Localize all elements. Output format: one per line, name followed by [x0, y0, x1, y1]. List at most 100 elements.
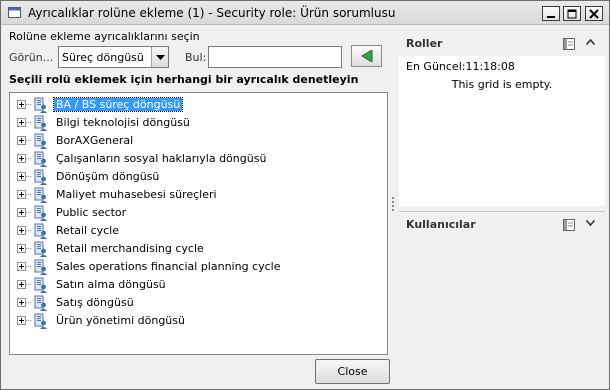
chevron-up-icon[interactable]	[586, 39, 595, 45]
users-panel-title: Kullanıcılar	[406, 218, 476, 231]
tree-connector-line	[26, 320, 31, 321]
expand-plus-icon[interactable]	[17, 244, 26, 253]
add-privilege-button[interactable]	[351, 45, 382, 67]
close-button[interactable]: Close	[315, 359, 390, 384]
minimize-icon	[547, 16, 555, 18]
tree-connector-line	[26, 284, 31, 285]
tree-item[interactable]: Retail cycle	[10, 222, 380, 240]
process-cycle-icon	[32, 97, 48, 113]
process-cycle-icon	[32, 259, 48, 275]
tree-connector-line	[26, 140, 31, 141]
tree-connector-line	[26, 230, 31, 231]
app-window-icon	[8, 7, 21, 18]
process-cycle-icon	[32, 151, 48, 167]
last-updated-text: En Güncel:11:18:08	[406, 60, 515, 73]
chevron-down-icon[interactable]	[586, 220, 595, 226]
tree-item[interactable]: Satın alma döngüsü	[10, 276, 380, 294]
privileges-subtitle: Rolüne ekleme ayrıcalıklarını seçin	[9, 30, 200, 43]
tree-item-label: BA / BS süreç döngüsü	[52, 97, 184, 112]
tree-item-label: Retail cycle	[56, 224, 120, 237]
tree-item[interactable]: Maliyet muhasebesi süreçleri	[10, 186, 380, 204]
expand-plus-icon[interactable]	[17, 208, 26, 217]
roles-grid: En Güncel:11:18:08 This grid is empty.	[399, 56, 605, 206]
pane-splitter[interactable]	[392, 197, 395, 215]
users-panel-header[interactable]: Kullanıcılar	[399, 213, 605, 237]
view-select-dropdown-button[interactable]	[151, 47, 168, 67]
tree-connector-line	[26, 302, 31, 303]
expand-plus-icon[interactable]	[17, 172, 26, 181]
dialog-window: Ayrıcalıklar rolüne ekleme (1) - Securit…	[0, 0, 610, 390]
expand-plus-icon[interactable]	[17, 298, 26, 307]
tree-item-label: Retail merchandising cycle	[56, 242, 204, 255]
process-cycle-icon	[32, 223, 48, 239]
tree-item[interactable]: Sales operations financial planning cycl…	[10, 258, 380, 276]
process-cycle-icon	[32, 187, 48, 203]
expand-plus-icon[interactable]	[17, 226, 26, 235]
title-bar[interactable]: Ayrıcalıklar rolüne ekleme (1) - Securit…	[1, 1, 609, 25]
view-select-value: Süreç döngüsü	[62, 51, 144, 64]
tree-item[interactable]: Retail merchandising cycle	[10, 240, 380, 258]
roles-panel-title: Roller	[406, 37, 443, 50]
privilege-tree[interactable]: BA / BS süreç döngüsü Bilgi teknolojisi d…	[9, 92, 388, 355]
panel-divider	[399, 211, 605, 212]
tree-item-label: Sales operations financial planning cycl…	[56, 260, 281, 273]
tree-item[interactable]: BorAXGeneral	[10, 132, 380, 150]
find-input[interactable]	[208, 46, 342, 68]
window-title: Ayrıcalıklar rolüne ekleme (1) - Securit…	[28, 6, 396, 20]
tree-item-label: Bilgi teknolojisi döngüsü	[56, 116, 190, 129]
chevron-down-icon	[156, 55, 165, 60]
tree-item-label: BorAXGeneral	[56, 134, 134, 147]
tree-item-label: Maliyet muhasebesi süreçleri	[56, 188, 217, 201]
expand-plus-icon[interactable]	[17, 136, 26, 145]
empty-grid-message: This grid is empty.	[451, 78, 553, 91]
expand-plus-icon[interactable]	[17, 190, 26, 199]
maximize-icon	[567, 9, 577, 19]
tree-item-label: Ürün yönetimi döngüsü	[56, 314, 185, 327]
tree-connector-line	[26, 104, 31, 105]
tree-item[interactable]: Public sector	[10, 204, 380, 222]
roles-panel-header[interactable]: Roller	[399, 32, 605, 56]
view-select[interactable]: Süreç döngüsü	[58, 46, 169, 68]
tree-item-label: Satış döngüsü	[56, 296, 134, 309]
expand-plus-icon[interactable]	[17, 118, 26, 127]
panel-layout-icon[interactable]	[563, 38, 575, 50]
close-icon	[589, 9, 599, 19]
maximize-button[interactable]	[563, 6, 581, 21]
tree-connector-line	[26, 212, 31, 213]
process-cycle-icon	[32, 241, 48, 257]
tree-item-label: Çalışanların sosyal haklarıyla döngüsü	[56, 152, 267, 165]
process-cycle-icon	[32, 313, 48, 329]
tree-item-label: Dönüşüm döngüsü	[56, 170, 160, 183]
tree-item-label: Satın alma döngüsü	[56, 278, 166, 291]
instruction-text: Seçili rolü eklemek için herhangi bir ay…	[9, 73, 359, 86]
process-cycle-icon	[32, 133, 48, 149]
panel-layout-icon[interactable]	[563, 219, 575, 231]
tree-item[interactable]: Satış döngüsü	[10, 294, 380, 312]
process-cycle-icon	[32, 205, 48, 221]
expand-plus-icon[interactable]	[17, 280, 26, 289]
tree-item[interactable]: BA / BS süreç döngüsü	[10, 96, 380, 114]
process-cycle-icon	[32, 295, 48, 311]
close-window-button[interactable]	[585, 6, 603, 21]
tree-item[interactable]: Ürün yönetimi döngüsü	[10, 312, 380, 330]
process-cycle-icon	[32, 115, 48, 131]
process-cycle-icon	[32, 169, 48, 185]
tree-item[interactable]: Dönüşüm döngüsü	[10, 168, 380, 186]
tree-connector-line	[26, 122, 31, 123]
tree-item[interactable]: Çalışanların sosyal haklarıyla döngüsü	[10, 150, 380, 168]
process-cycle-icon	[32, 277, 48, 293]
find-label: Bul:	[185, 51, 207, 64]
arrow-left-icon	[361, 50, 373, 62]
tree-connector-line	[26, 176, 31, 177]
tree-connector-line	[26, 248, 31, 249]
tree-connector-line	[26, 194, 31, 195]
close-button-label: Close	[337, 365, 368, 378]
expand-plus-icon[interactable]	[17, 316, 26, 325]
minimize-button[interactable]	[542, 6, 560, 21]
expand-plus-icon[interactable]	[17, 154, 26, 163]
tree-item[interactable]: Bilgi teknolojisi döngüsü	[10, 114, 380, 132]
expand-plus-icon[interactable]	[17, 100, 26, 109]
expand-plus-icon[interactable]	[17, 262, 26, 271]
view-label: Görün...	[9, 51, 54, 64]
tree-item-label: Public sector	[56, 206, 127, 219]
